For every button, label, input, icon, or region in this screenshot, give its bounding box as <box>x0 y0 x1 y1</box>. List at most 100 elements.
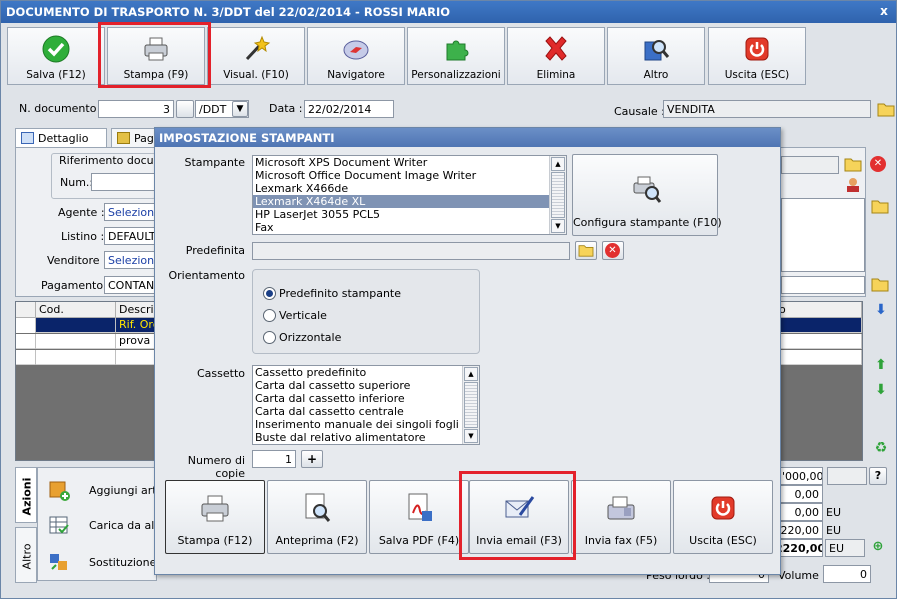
exit-button[interactable]: Uscita (ESC) <box>708 27 806 85</box>
cell-cod[interactable] <box>36 350 116 365</box>
replace-icon <box>50 554 67 570</box>
list-item[interactable]: HP LaserJet 3055 PCL5 <box>253 208 566 221</box>
listino-field[interactable]: DEFAULT <box>104 227 156 245</box>
cell-cod[interactable] <box>36 334 116 349</box>
num-field[interactable] <box>91 173 155 191</box>
scroll-down-icon[interactable]: ▼ <box>464 429 478 443</box>
refresh-icon[interactable]: ♻ <box>872 439 890 457</box>
folder-icon[interactable] <box>871 276 889 292</box>
configure-printer-button[interactable]: Configura stampante (F10) <box>572 154 722 236</box>
venditore-field[interactable]: Seleziona <box>104 251 156 269</box>
exit-label: Uscita (ESC) <box>724 69 790 81</box>
scroll-thumb[interactable] <box>464 382 478 428</box>
folder-icon[interactable] <box>877 101 895 117</box>
printer-icon <box>201 495 229 522</box>
radio-predefinito[interactable]: Predefinito stampante <box>263 287 401 300</box>
arrow-up-icon[interactable]: ⬆ <box>872 356 890 374</box>
list-item[interactable]: Fax <box>253 221 566 234</box>
print-dialog-button[interactable]: Stampa (F12) <box>165 480 265 554</box>
copies-plus-button[interactable]: + <box>301 450 323 468</box>
radio-verticale-label: Verticale <box>279 309 327 322</box>
pagamento-right-field[interactable] <box>781 276 865 294</box>
n-documento-label: N. documento : <box>19 102 104 115</box>
cell-cod[interactable] <box>36 318 116 333</box>
help-button[interactable]: ? <box>869 467 887 485</box>
add-box-icon <box>49 481 70 501</box>
list-item[interactable]: Carta dal cassetto inferiore <box>253 392 479 405</box>
copies-field[interactable]: 1 <box>252 450 296 468</box>
notes-field[interactable] <box>781 198 865 272</box>
zoom-plus-icon[interactable]: ⊕ <box>869 539 887 557</box>
salva-pdf-button[interactable]: Salva PDF (F4) <box>369 480 469 554</box>
dialog-exit-label: Uscita (ESC) <box>689 534 757 547</box>
agente-field[interactable]: Seleziona <box>104 203 156 221</box>
grid-header-other[interactable]: o <box>776 302 862 318</box>
list-item-selected[interactable]: Lexmark X464de XL <box>253 195 566 208</box>
puzzle-icon <box>446 40 469 61</box>
save-button[interactable]: Salva (F12) <box>7 27 105 85</box>
close-icon[interactable]: x <box>875 3 893 20</box>
printer-list[interactable]: Microsoft XPS Document Writer Microsoft … <box>252 155 567 235</box>
folder-button[interactable] <box>575 241 597 260</box>
folder-icon[interactable] <box>871 198 889 214</box>
list-item[interactable]: Cassetto predefinito <box>253 366 479 379</box>
tab-dettaglio[interactable]: Dettaglio (F5) <box>15 128 107 158</box>
clear-button[interactable]: ✕ <box>602 241 624 260</box>
grid-header-cod[interactable]: Cod. <box>36 302 116 318</box>
scroll-up-icon[interactable]: ▲ <box>464 367 478 381</box>
radio-predefinito-label: Predefinito stampante <box>279 287 402 300</box>
list-item[interactable]: Buste dal relativo alimentatore <box>253 431 479 444</box>
highlight-email-button <box>459 471 576 560</box>
predefinita-field[interactable] <box>252 242 570 260</box>
list-item[interactable]: Microsoft Office Document Image Writer <box>253 169 566 182</box>
preview-button[interactable]: Visual. (F10) <box>207 27 305 85</box>
list-item[interactable]: Carta dal cassetto centrale <box>253 405 479 418</box>
pdf-icon <box>408 493 432 521</box>
navigator-button[interactable]: Navigatore <box>307 27 405 85</box>
folder-icon[interactable] <box>844 156 862 172</box>
arrow-down-icon[interactable]: ⬇ <box>872 381 890 399</box>
delete-button[interactable]: Elimina <box>507 27 605 85</box>
scroll-up-icon[interactable]: ▲ <box>551 157 565 171</box>
dialog-title: IMPOSTAZIONE STAMPANTI <box>155 128 780 147</box>
arrow-down-blue-icon[interactable]: ⬇ <box>872 301 890 319</box>
side-tab-altro[interactable]: Altro <box>15 527 37 583</box>
delete-x-icon <box>545 36 567 61</box>
user-icon[interactable] <box>844 177 862 193</box>
serie-value: /DDT <box>199 103 227 116</box>
radio-verticale[interactable]: Verticale <box>263 309 327 322</box>
riferimento-right-field[interactable] <box>781 156 839 174</box>
tray-list-scrollbar[interactable]: ▲ ▼ <box>462 366 479 444</box>
configure-printer-label: Configura stampante (F10) <box>573 216 722 229</box>
tray-list[interactable]: Cassetto predefinito Carta dal cassetto … <box>252 365 480 445</box>
customizations-button[interactable]: Personalizzazioni <box>407 27 505 85</box>
scroll-thumb[interactable] <box>551 172 565 218</box>
invia-fax-button[interactable]: Invia fax (F5) <box>571 480 671 554</box>
tab-pagamento[interactable]: Pag <box>111 128 155 148</box>
n-documento-field[interactable]: 3 <box>98 100 174 118</box>
radio-orizzontale[interactable]: Orizzontale <box>263 331 341 344</box>
data-field[interactable]: 22/02/2014 <box>304 100 394 118</box>
chevron-down-icon[interactable]: ▼ <box>232 101 248 117</box>
anteprima-button[interactable]: Anteprima (F2) <box>267 480 367 554</box>
dialog-exit-button[interactable]: Uscita (ESC) <box>673 480 773 554</box>
scroll-down-icon[interactable]: ▼ <box>551 219 565 233</box>
list-item[interactable]: Carta dal cassetto superiore <box>253 379 479 392</box>
close-icon[interactable]: ✕ <box>870 156 886 172</box>
copie-label: Numero di copie <box>187 454 245 480</box>
causale-field[interactable]: VENDITA <box>663 100 871 118</box>
list-item[interactable]: Microsoft XPS Document Writer <box>253 156 566 169</box>
row-indicator <box>16 350 36 365</box>
total-field-1b <box>827 467 867 485</box>
fax-icon <box>607 496 635 520</box>
list-item[interactable]: Lexmark X466de <box>253 182 566 195</box>
volume-field[interactable]: 0 <box>823 565 871 583</box>
listino-label: Listino : <box>61 230 105 243</box>
side-tab-azioni[interactable]: Azioni <box>15 467 37 523</box>
n-documento-lookup-button[interactable] <box>176 100 194 118</box>
pagamento-field[interactable]: CONTANT <box>104 276 156 294</box>
other-button[interactable]: Altro <box>607 27 705 85</box>
printer-list-scrollbar[interactable]: ▲ ▼ <box>549 156 566 234</box>
list-item[interactable]: Inserimento manuale dei singoli fogli <box>253 418 479 431</box>
stampante-label: Stampante <box>184 156 245 169</box>
